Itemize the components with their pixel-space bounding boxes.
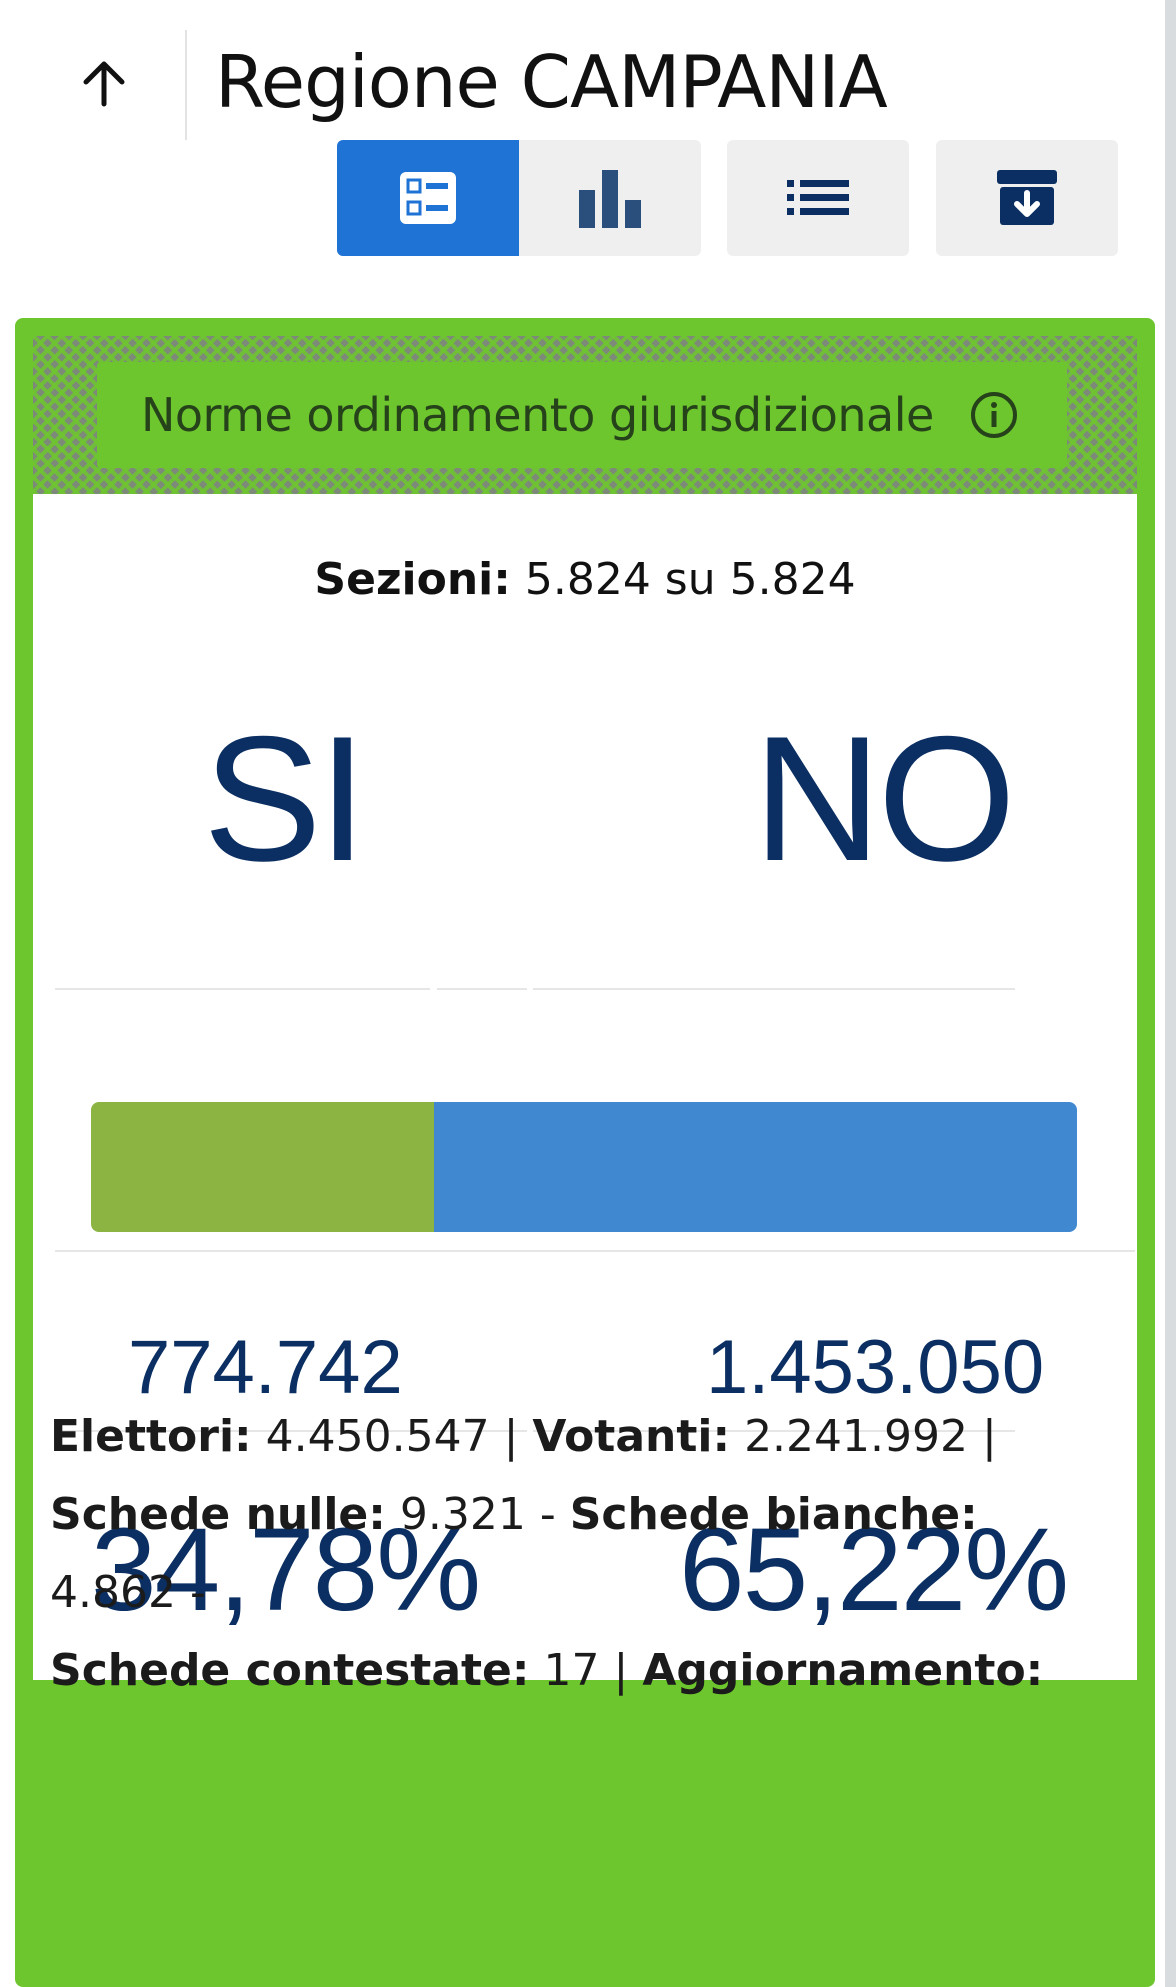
cards-icon [400, 172, 456, 224]
elettori-label: Elettori: [50, 1411, 252, 1462]
sections-label: Sezioni: [314, 554, 511, 605]
row-divider [55, 1250, 1135, 1252]
sections-value: 5.824 su 5.824 [524, 554, 856, 605]
nulle-value: 9.321 [399, 1489, 526, 1540]
header-divider [185, 30, 187, 140]
sections-count: Sezioni: 5.824 su 5.824 [33, 554, 1137, 605]
card-header: Norme ordinamento giurisdizionale [33, 336, 1137, 494]
separator: - [539, 1489, 556, 1540]
elettori-value: 4.450.547 [265, 1411, 490, 1462]
view-cards-button[interactable] [337, 140, 519, 256]
contestate-label: Schede contestate: [50, 1645, 530, 1696]
summary-line: Elettori: 4.450.547 | Votanti: 2.241.992… [50, 1398, 1110, 1476]
no-bar-segment [433, 1102, 1077, 1232]
votanti-label: Votanti: [532, 1411, 731, 1462]
view-list-button[interactable] [727, 140, 909, 256]
no-label: NO [753, 699, 1016, 898]
result-bar [91, 1102, 1077, 1232]
yes-bar-segment [91, 1102, 434, 1232]
row-divider [533, 988, 1015, 990]
nulle-label: Schede nulle: [50, 1489, 386, 1540]
separator: | [613, 1645, 629, 1696]
separator: - [189, 1567, 206, 1618]
topic-title: Norme ordinamento giurisdizionale [141, 388, 934, 442]
view-chart-button[interactable] [519, 140, 701, 256]
page-title: Regione CAMPANIA [215, 40, 888, 124]
separator: | [503, 1411, 519, 1462]
row-divider [55, 988, 430, 990]
yes-label: SI [203, 699, 367, 898]
aggiornamento-label: Aggiornamento: [642, 1645, 1044, 1696]
bianche-label: Schede bianche: [569, 1489, 978, 1540]
summary-footer: Elettori: 4.450.547 | Votanti: 2.241.992… [50, 1398, 1110, 1710]
separator: | [982, 1411, 997, 1462]
topic-pill: Norme ordinamento giurisdizionale [97, 362, 1067, 468]
archive-button[interactable] [936, 140, 1118, 256]
back-button[interactable] [72, 50, 136, 114]
header: Regione CAMPANIA [0, 0, 1165, 256]
info-icon[interactable] [969, 390, 1019, 440]
bianche-value: 4.862 [50, 1567, 176, 1618]
bar-chart-icon [579, 170, 641, 228]
arrow-up-icon [83, 61, 125, 107]
scrollbar-edge [1165, 0, 1176, 1987]
votanti-value: 2.241.992 [744, 1411, 968, 1462]
archive-download-icon [997, 170, 1057, 225]
summary-line: Schede contestate: 17 | Aggiornamento: [50, 1632, 1110, 1710]
list-icon [787, 180, 849, 215]
result-card: Norme ordinamento giurisdizionale Sezion… [15, 318, 1155, 1987]
contestate-value: 17 [543, 1645, 600, 1696]
row-divider [437, 988, 527, 990]
summary-line: Schede nulle: 9.321 - Schede bianche: 4.… [50, 1476, 1110, 1632]
